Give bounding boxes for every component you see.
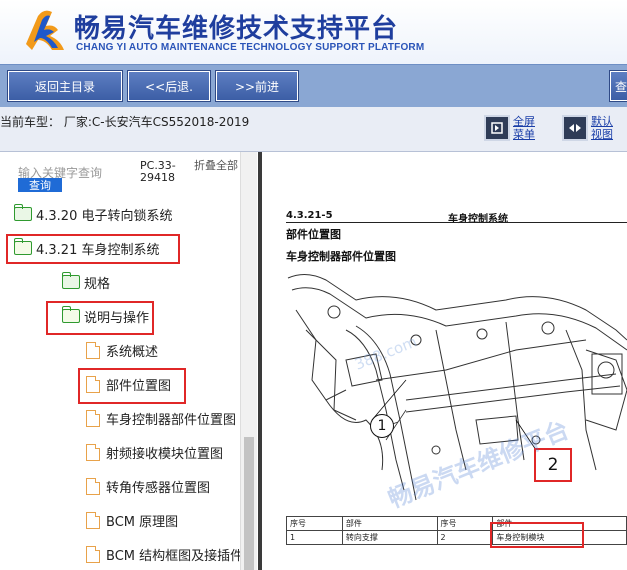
table-cell: 1 [286, 530, 343, 545]
fullscreen-menu-toggle[interactable]: 全屏 菜单 [484, 115, 535, 141]
app-header: 畅易汽车维修技术支持平台 CHANG YI AUTO MAINTENANCE T… [0, 0, 627, 64]
back-button[interactable]: <<后退. [128, 71, 210, 101]
doc-figure-caption: 车身控制器部件位置图 [286, 250, 396, 263]
callout-1: 1 [370, 414, 394, 438]
folder-icon [14, 204, 32, 221]
table-header-cell: 序号 [436, 516, 494, 531]
tree-node-specs[interactable]: 规格 [62, 272, 110, 292]
tree-node-bcm-block-diagram[interactable]: BCM 结构框图及接插件 [86, 544, 243, 564]
return-home-button[interactable]: 返回主目录 [8, 71, 122, 101]
doc-heading: 部件位置图 [286, 228, 341, 241]
app-title: 畅易汽车维修技术支持平台 [74, 14, 399, 44]
highlight-box [490, 522, 584, 548]
current-vehicle: 当前车型： 厂家:C-长安汽车CS552018-2019 [0, 115, 250, 129]
tree-node-label: 系统概述 [106, 344, 159, 360]
fullscreen-label-2[interactable]: 菜单 [513, 128, 535, 141]
folder-icon [62, 272, 80, 289]
document-icon [86, 511, 100, 529]
fullscreen-label-1[interactable]: 全屏 [513, 115, 535, 128]
tree-node-bcm-location[interactable]: 车身控制器部件位置图 [86, 408, 236, 428]
pc-code: PC.33-29418 [140, 159, 176, 184]
fullscreen-icon [484, 115, 510, 141]
document-icon [86, 409, 100, 427]
table-header-cell: 序号 [286, 516, 343, 531]
search-button[interactable]: 查询 [18, 178, 62, 192]
default-view-toggle[interactable]: 默认 视图 [562, 115, 613, 141]
catalog-tree-panel: 输入关键字查询 查询 PC.33-29418 折叠全部 4.3.20 电子转向锁… [0, 152, 258, 570]
document-icon [86, 545, 100, 563]
tree-node-angle-sensor-location[interactable]: 转角传感器位置图 [86, 476, 210, 496]
default-view-icon [562, 115, 588, 141]
document-icon [86, 477, 100, 495]
tree-node-label: 车身控制器部件位置图 [106, 412, 237, 428]
vehicle-info-bar: 当前车型： 厂家:C-长安汽车CS552018-2019 全屏 菜单 默认 视图 [0, 107, 627, 152]
doc-section-number: 4.3.21-5 [286, 210, 333, 221]
document-icon [86, 443, 100, 461]
forward-button[interactable]: >>前进 [216, 71, 298, 101]
tree-node-system-overview[interactable]: 系统概述 [86, 340, 158, 360]
tree-node-label: 4.3.20 电子转向锁系统 [36, 208, 173, 224]
query-button[interactable]: 查 [610, 71, 627, 101]
default-view-label-2[interactable]: 视图 [591, 128, 613, 141]
scrollbar-thumb[interactable] [244, 437, 254, 570]
table-cell: 转向支撑 [341, 530, 438, 545]
nav-toolbar: 返回主目录 <<后退. >>前进 查 [0, 64, 627, 108]
table-cell: 2 [436, 530, 494, 545]
highlight-box [6, 234, 180, 264]
tree-node-steering-lock[interactable]: 4.3.20 电子转向锁系统 [14, 204, 172, 224]
highlight-box [78, 368, 186, 404]
doc-header-rule [286, 222, 627, 223]
tree-scrollbar[interactable] [240, 152, 257, 570]
tree-node-label: 规格 [84, 276, 111, 292]
default-view-label-1[interactable]: 默认 [591, 115, 613, 128]
document-viewer: 4.3.21-5 车身控制系统 部件位置图 车身控制器部件位置图 1 2 388… [262, 152, 627, 570]
document-icon [86, 341, 100, 359]
tree-node-label: 转角传感器位置图 [106, 480, 211, 496]
tree-node-label: BCM 原理图 [106, 514, 179, 530]
brand-logo [26, 10, 64, 51]
collapse-all-link[interactable]: 折叠全部 [194, 160, 238, 172]
tree-node-rf-receiver-location[interactable]: 射频接收模块位置图 [86, 442, 223, 462]
highlight-box [46, 301, 154, 335]
tree-node-bcm-schematic[interactable]: BCM 原理图 [86, 510, 178, 530]
tree-node-label: 射频接收模块位置图 [106, 446, 224, 462]
tree-node-label: BCM 结构框图及接插件 [106, 548, 244, 564]
app-subtitle: CHANG YI AUTO MAINTENANCE TECHNOLOGY SUP… [76, 42, 425, 53]
table-header-cell: 部件 [341, 516, 438, 531]
